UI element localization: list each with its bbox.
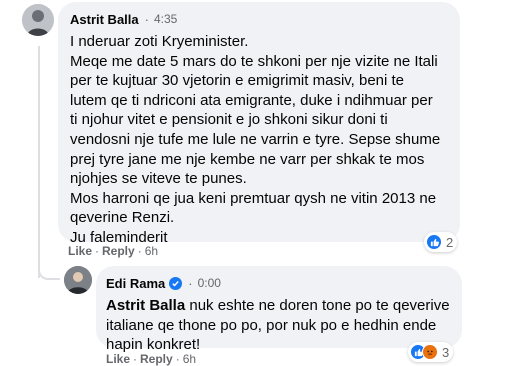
reaction-summary[interactable]: 2 xyxy=(424,232,458,252)
comment-line: njohjes se viteve te punes. xyxy=(70,170,247,188)
comment-line: qeverine Renzi. xyxy=(70,209,175,227)
comment-line: prej tyre jane me nje kembe ne varr per … xyxy=(70,150,425,168)
reply-line: nuk eshte ne doren tone po te qeverive xyxy=(185,297,450,314)
separator-dot: · xyxy=(188,275,193,291)
reaction-summary[interactable]: 3 xyxy=(408,342,454,362)
like-button[interactable]: Like xyxy=(68,244,92,258)
reply-author[interactable]: Edi Rama xyxy=(106,276,165,291)
comment-line: per te kujtuar 30 vjetorin e emigrimit m… xyxy=(70,72,405,90)
avatar[interactable] xyxy=(22,4,54,36)
comment-line: lutem qe ti ndriconi ata emigrante, duke… xyxy=(70,91,433,109)
comment-line: I nderuar zoti Kryeminister. xyxy=(70,33,249,50)
separator-dot: · xyxy=(95,244,100,258)
separator-dot: · xyxy=(137,244,142,258)
reply-button[interactable]: Reply xyxy=(140,352,173,366)
reaction-count: 2 xyxy=(446,234,454,250)
verified-badge-icon xyxy=(169,276,183,290)
comment-line: Meqe me date 5 mars do te shkoni per nje… xyxy=(70,52,438,70)
reply-line: italiane qe thone po po, por nuk po e he… xyxy=(106,316,437,334)
mention-link[interactable]: Astrit Balla xyxy=(106,297,185,314)
reply-bubble: Edi Rama · 0:00 Astrit Balla nuk eshte n… xyxy=(96,266,462,353)
separator-dot: · xyxy=(133,352,138,366)
comment-line: Mos harroni qe jua keni premtuar qysh ne… xyxy=(70,189,437,207)
reply-avatar[interactable] xyxy=(64,266,92,294)
like-icon xyxy=(426,234,442,250)
comment-age[interactable]: 6h xyxy=(145,244,158,258)
reply-connector xyxy=(38,262,60,280)
comment-actions: Like · Reply · 6h xyxy=(68,244,158,258)
angry-icon xyxy=(422,344,438,360)
comment-text: I nderuar zoti Kryeminister. Meqe me dat… xyxy=(70,32,448,248)
comment-bubble: Astrit Balla · 4:35 I nderuar zoti Kryem… xyxy=(58,2,460,246)
comment-author[interactable]: Astrit Balla xyxy=(70,12,139,27)
separator-dot: · xyxy=(144,11,149,27)
comment-time[interactable]: 4:35 xyxy=(154,12,177,26)
reply-button[interactable]: Reply xyxy=(102,244,135,258)
comment-line: ti njohur vitet e pensionit e jo shkoni … xyxy=(70,111,388,129)
reaction-count: 3 xyxy=(442,344,450,360)
reply-time[interactable]: 0:00 xyxy=(198,276,221,290)
comment-line: vendosni nje tufe me lule ne varrin e ty… xyxy=(70,130,441,148)
reply-age[interactable]: 6h xyxy=(183,352,196,366)
like-button[interactable]: Like xyxy=(106,352,130,366)
reply-text: Astrit Balla nuk eshte ne doren tone po … xyxy=(106,296,450,355)
reply-actions: Like · Reply · 6h xyxy=(106,352,196,366)
separator-dot: · xyxy=(175,352,180,366)
thread-line xyxy=(38,46,40,278)
